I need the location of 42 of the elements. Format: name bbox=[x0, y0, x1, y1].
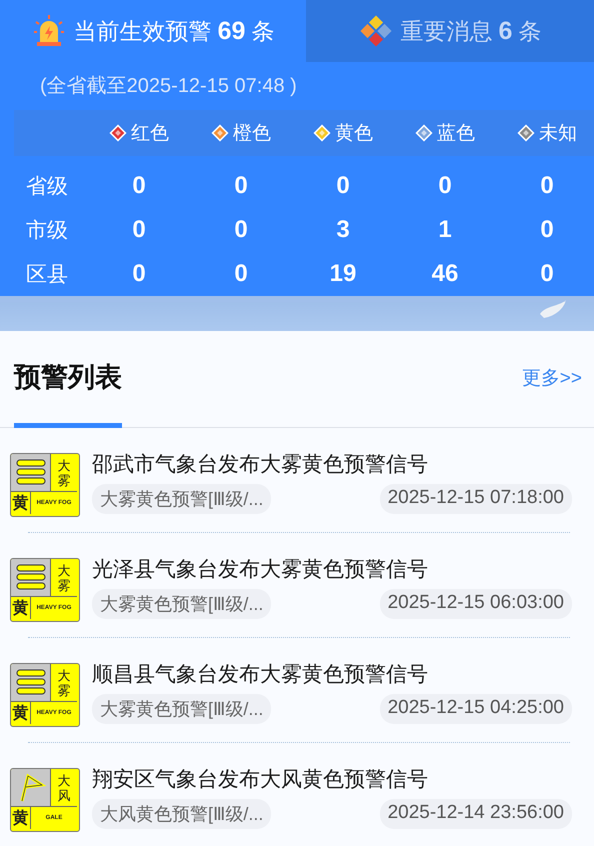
count-value: 19 bbox=[330, 260, 356, 288]
warning-type-tag: 大雾黄色预警[Ⅲ级/... bbox=[92, 484, 272, 514]
legend-label: 未知 bbox=[539, 122, 577, 146]
section-title: 预警列表 bbox=[14, 359, 122, 428]
count-value: 0 bbox=[234, 172, 248, 200]
warning-title[interactable]: 邵武市气象台发布大雾黄色预警信号 bbox=[92, 450, 572, 478]
warning-title[interactable]: 顺昌县气象台发布大雾黄色预警信号 bbox=[92, 660, 572, 688]
count-value: 0 bbox=[132, 260, 146, 288]
count-value: 46 bbox=[432, 260, 458, 288]
fog-lines-icon bbox=[14, 564, 46, 592]
count-value: 0 bbox=[540, 216, 554, 244]
legend-label: 橙色 bbox=[233, 122, 271, 146]
squares-logo-icon bbox=[358, 14, 393, 48]
count-value: 0 bbox=[132, 216, 146, 244]
fog-lines-icon bbox=[14, 668, 46, 696]
siren-icon bbox=[32, 14, 66, 48]
legend-label: 红色 bbox=[131, 122, 169, 146]
warning-title[interactable]: 光泽县气象台发布大雾黄色预警信号 bbox=[92, 555, 572, 583]
legend-label: 蓝色 bbox=[437, 122, 475, 146]
issue-time: 2025-12-15 06:03:00 bbox=[380, 589, 572, 619]
warning-title[interactable]: 翔安区气象台发布大风黄色预警信号 bbox=[92, 765, 572, 793]
row-label: 省级 bbox=[26, 174, 68, 200]
issue-time: 2025-12-14 23:56:00 bbox=[380, 799, 572, 829]
count-value: 3 bbox=[336, 216, 350, 244]
warning-type-tag: 大雾黄色预警[Ⅲ级/... bbox=[92, 694, 272, 724]
row-label: 市级 bbox=[26, 218, 68, 244]
count-value: 0 bbox=[540, 172, 554, 200]
warning-type-tag: 大风黄色预警[Ⅲ级/... bbox=[92, 799, 272, 829]
count-value: 0 bbox=[438, 172, 452, 200]
legend-label: 黄色 bbox=[335, 122, 373, 146]
count-value: 0 bbox=[132, 172, 146, 200]
count-value: 1 bbox=[438, 216, 452, 244]
issue-time: 2025-12-15 04:25:00 bbox=[380, 694, 572, 724]
count-value: 0 bbox=[234, 216, 248, 244]
count-value: 0 bbox=[540, 260, 554, 288]
update-time: (全省截至2025-12-15 07:48 ) bbox=[39, 74, 298, 99]
issue-time: 2025-12-15 07:18:00 bbox=[380, 484, 572, 514]
fog-lines-icon bbox=[14, 458, 46, 486]
count-value: 0 bbox=[336, 172, 350, 200]
count-value: 0 bbox=[234, 260, 248, 288]
row-label: 区县 bbox=[26, 262, 68, 288]
warning-type-tag: 大雾黄色预警[Ⅲ级/... bbox=[92, 589, 272, 619]
